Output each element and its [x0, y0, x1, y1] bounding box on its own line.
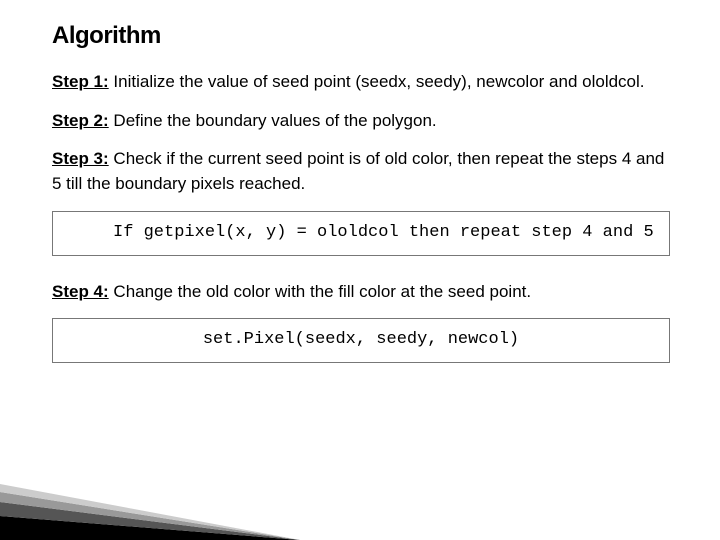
page-title: Algorithm: [52, 22, 670, 50]
step-1-label: Step 1:: [52, 72, 109, 91]
step-2-label: Step 2:: [52, 111, 109, 130]
step-2: Step 2: Define the boundary values of th…: [52, 109, 670, 134]
code-block-2: set.Pixel(seedx, seedy, newcol): [52, 318, 670, 363]
step-3: Step 3: Check if the current seed point …: [52, 147, 670, 196]
step-4-text: Change the old color with the fill color…: [109, 282, 531, 301]
decorative-wedge: [0, 480, 300, 540]
step-2-text: Define the boundary values of the polygo…: [109, 111, 437, 130]
step-1-text: Initialize the value of seed point (seed…: [109, 72, 645, 91]
step-1: Step 1: Initialize the value of seed poi…: [52, 70, 670, 95]
step-3-label: Step 3:: [52, 149, 109, 168]
slide: Algorithm Step 1: Initialize the value o…: [0, 0, 720, 540]
step-4: Step 4: Change the old color with the fi…: [52, 280, 670, 305]
step-3-text: Check if the current seed point is of ol…: [52, 149, 664, 193]
code-block-1: If getpixel(x, y) = ololdcol then repeat…: [52, 211, 670, 256]
step-4-label: Step 4:: [52, 282, 109, 301]
